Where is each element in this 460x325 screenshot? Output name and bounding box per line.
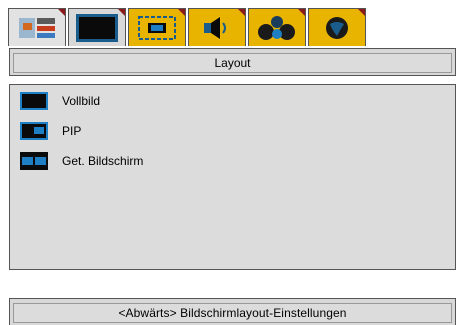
picture-settings-icon (19, 17, 55, 38)
menu-item-vollbild[interactable]: Vollbild (20, 90, 100, 112)
page-title: Layout (13, 53, 452, 73)
tab-sound[interactable] (188, 8, 246, 46)
menu-item-pip[interactable]: PIP (20, 120, 81, 142)
tab-bar (8, 8, 456, 48)
menu-item-label: Vollbild (62, 94, 101, 108)
title-bar: Layout (9, 48, 456, 76)
split-screen-layout-icon (20, 152, 48, 170)
speaker-icon (204, 16, 226, 39)
tab-screen[interactable] (68, 8, 126, 46)
layout-menu: Vollbild PIP Get. Bildschirm (9, 84, 456, 270)
menu-item-get-bildschirm[interactable]: Get. Bildschirm (20, 150, 143, 172)
fullscreen-layout-icon (20, 92, 48, 110)
menu-item-label: PIP (62, 124, 82, 138)
pip-layout-icon (20, 122, 48, 140)
people-icon (258, 15, 295, 40)
screen-icon (76, 13, 118, 42)
menu-item-label: Get. Bildschirm (62, 154, 144, 168)
tab-picture-settings[interactable] (8, 8, 66, 46)
tab-users[interactable] (248, 8, 306, 46)
tab-globe[interactable] (308, 8, 366, 46)
tab-layout[interactable] (128, 8, 186, 46)
hint-text: <Abwärts> Bildschirmlayout-Einstellungen (13, 303, 452, 323)
globe-icon (326, 16, 348, 39)
hint-bar: <Abwärts> Bildschirmlayout-Einstellungen (9, 298, 456, 325)
layout-icon (138, 15, 176, 40)
